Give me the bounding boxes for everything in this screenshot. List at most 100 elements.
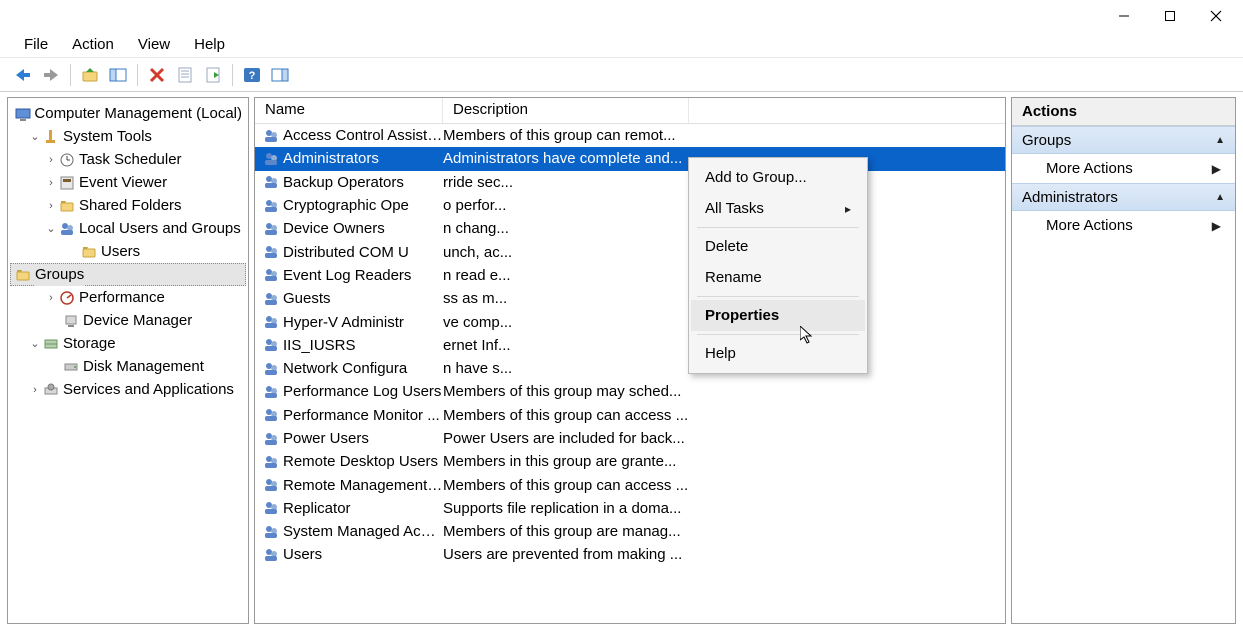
expand-icon[interactable]: ›: [44, 149, 58, 171]
group-icon: [261, 407, 281, 423]
tree-label: Groups: [35, 264, 84, 286]
delete-x-icon: [149, 67, 165, 83]
ctx-properties[interactable]: Properties: [691, 300, 865, 331]
tree-performance[interactable]: › Performance: [10, 286, 246, 309]
actions-header: Actions: [1012, 98, 1235, 126]
up-button[interactable]: [77, 62, 103, 88]
titlebar: [0, 0, 1243, 32]
menubar: File Action View Help: [0, 32, 1243, 58]
folder-icon: [80, 244, 98, 260]
close-button[interactable]: [1193, 2, 1239, 30]
menu-help[interactable]: Help: [182, 34, 237, 55]
list-row[interactable]: UsersUsers are prevented from making ...: [255, 543, 1005, 566]
list-row[interactable]: IIS_IUSRSernet Inf...: [255, 334, 1005, 357]
row-name: Device Owners: [281, 220, 443, 237]
refresh-button[interactable]: [200, 62, 226, 88]
collapse-icon[interactable]: ⌄: [44, 218, 58, 240]
row-description: Supports file replication in a doma...: [443, 500, 1005, 517]
minimize-button[interactable]: [1101, 2, 1147, 30]
list-row[interactable]: Remote Management ...Members of this gro…: [255, 473, 1005, 496]
collapse-icon[interactable]: ⌄: [28, 333, 42, 355]
ctx-all-tasks[interactable]: All Tasks ▸: [691, 193, 865, 224]
list-row[interactable]: Remote Desktop UsersMembers in this grou…: [255, 450, 1005, 473]
list-row[interactable]: System Managed Acco...Members of this gr…: [255, 520, 1005, 543]
list-row[interactable]: ReplicatorSupports file replication in a…: [255, 497, 1005, 520]
tree-task-scheduler[interactable]: › Task Scheduler: [10, 148, 246, 171]
list-header: Name Description: [255, 98, 1005, 124]
actions-more-admins[interactable]: More Actions ▶: [1012, 211, 1235, 240]
list-row[interactable]: Power UsersPower Users are included for …: [255, 427, 1005, 450]
collapse-triangle-icon: ▲: [1215, 135, 1225, 146]
tree-root[interactable]: Computer Management (Local): [10, 102, 246, 125]
group-icon: [261, 174, 281, 190]
ctx-add-to-group[interactable]: Add to Group...: [691, 162, 865, 193]
list-row[interactable]: Performance Log UsersMembers of this gro…: [255, 380, 1005, 403]
row-name: Access Control Assista...: [281, 127, 443, 144]
close-icon: [1210, 10, 1222, 22]
tree-disk-management[interactable]: Disk Management: [10, 355, 246, 378]
toolbar-separator: [70, 64, 71, 86]
help-button[interactable]: ?: [239, 62, 265, 88]
workspace: Computer Management (Local) ⌄ System Too…: [0, 92, 1243, 631]
group-icon: [261, 524, 281, 540]
list-row[interactable]: Cryptographic Opeo perfor...: [255, 194, 1005, 217]
list-row[interactable]: Event Log Readersn read e...: [255, 264, 1005, 287]
tree-label: Local Users and Groups: [79, 218, 241, 240]
ctx-help[interactable]: Help: [691, 338, 865, 369]
list-row[interactable]: Performance Monitor ...Members of this g…: [255, 404, 1005, 427]
column-header-description[interactable]: Description: [443, 98, 689, 123]
event-viewer-icon: [58, 175, 76, 191]
properties-button[interactable]: [172, 62, 198, 88]
delete-button[interactable]: [144, 62, 170, 88]
groups-list[interactable]: Access Control Assista...Members of this…: [255, 124, 1005, 567]
list-row[interactable]: Distributed COM Uunch, ac...: [255, 240, 1005, 263]
maximize-button[interactable]: [1147, 2, 1193, 30]
tree-services-apps[interactable]: › Services and Applications: [10, 378, 246, 401]
back-arrow-icon: [14, 68, 32, 82]
group-icon: [261, 151, 281, 167]
list-row[interactable]: Access Control Assista...Members of this…: [255, 124, 1005, 147]
row-name: Remote Desktop Users: [281, 453, 443, 470]
tree-event-viewer[interactable]: › Event Viewer: [10, 171, 246, 194]
show-hide-action-pane-button[interactable]: [267, 62, 293, 88]
ctx-delete[interactable]: Delete: [691, 231, 865, 262]
ctx-rename[interactable]: Rename: [691, 262, 865, 293]
tree-users[interactable]: Users: [10, 240, 246, 263]
console-tree[interactable]: Computer Management (Local) ⌄ System Too…: [8, 98, 248, 405]
tree-storage[interactable]: ⌄ Storage: [10, 332, 246, 355]
actions-section-admins[interactable]: Administrators ▲: [1012, 183, 1235, 211]
group-icon: [261, 128, 281, 144]
expand-icon[interactable]: ›: [44, 287, 58, 309]
tree-label: System Tools: [63, 126, 152, 148]
list-row[interactable]: Network Configuran have s...: [255, 357, 1005, 380]
actions-more-groups[interactable]: More Actions ▶: [1012, 154, 1235, 183]
collapse-icon[interactable]: ⌄: [28, 126, 42, 148]
actions-section-groups[interactable]: Groups ▲: [1012, 126, 1235, 154]
list-row[interactable]: Device Ownersn chang...: [255, 217, 1005, 240]
list-row[interactable]: Backup Operatorsrride sec...: [255, 171, 1005, 194]
show-hide-tree-button[interactable]: [105, 62, 131, 88]
tree-groups[interactable]: Groups: [10, 263, 246, 286]
forward-button[interactable]: [38, 62, 64, 88]
row-description: Members of this group can remot...: [443, 127, 1005, 144]
menu-file[interactable]: File: [12, 34, 60, 55]
tree-shared-folders[interactable]: › Shared Folders: [10, 194, 246, 217]
row-description: Users are prevented from making ...: [443, 546, 1005, 563]
tree-device-manager[interactable]: Device Manager: [10, 309, 246, 332]
device-manager-icon: [62, 313, 80, 329]
row-name: Power Users: [281, 430, 443, 447]
column-header-blank[interactable]: [689, 98, 1005, 123]
expand-icon[interactable]: ›: [44, 195, 58, 217]
menu-view[interactable]: View: [126, 34, 182, 55]
back-button[interactable]: [10, 62, 36, 88]
menu-action[interactable]: Action: [60, 34, 126, 55]
expand-icon[interactable]: ›: [28, 379, 42, 401]
tree-local-users-groups[interactable]: ⌄ Local Users and Groups: [10, 217, 246, 240]
list-row[interactable]: Hyper-V Administrve comp...: [255, 310, 1005, 333]
tree-system-tools[interactable]: ⌄ System Tools: [10, 125, 246, 148]
column-header-name[interactable]: Name: [255, 98, 443, 123]
group-icon: [261, 454, 281, 470]
list-row[interactable]: AdministratorsAdministrators have comple…: [255, 147, 1005, 170]
expand-icon[interactable]: ›: [44, 172, 58, 194]
list-row[interactable]: Guestsss as m...: [255, 287, 1005, 310]
